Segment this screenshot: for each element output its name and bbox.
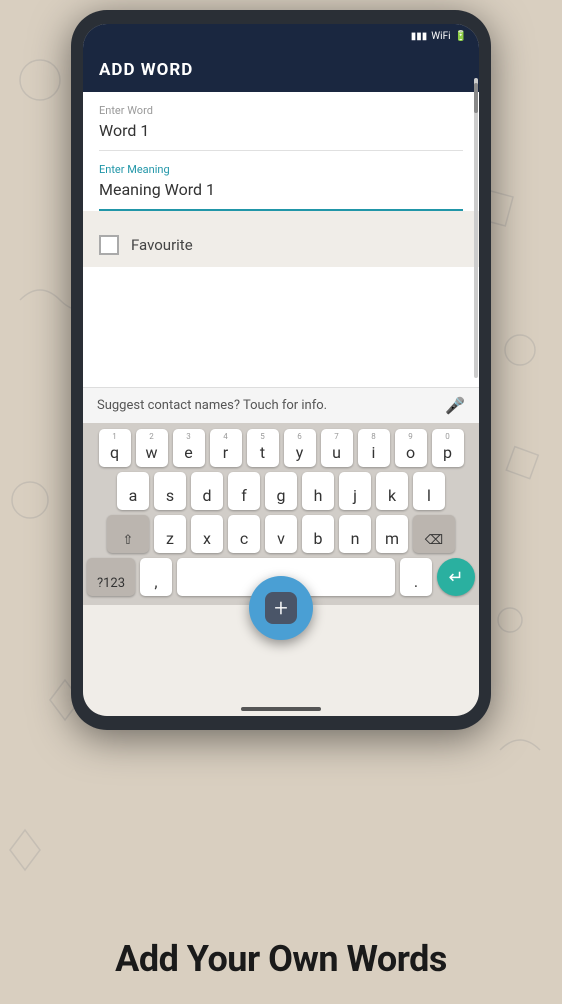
signal-icon: ▮▮▮ — [411, 31, 428, 42]
key-period[interactable]: . — [400, 558, 432, 596]
keyboard-row-2: a s d f g h j k l — [87, 472, 475, 510]
key-v[interactable]: v — [265, 515, 297, 553]
app-header: ADD WORD — [83, 48, 479, 92]
comma-label: , — [154, 572, 157, 591]
key-numbers-toggle[interactable]: ?123 — [87, 558, 135, 596]
key-w[interactable]: 2w — [136, 429, 168, 467]
meaning-label: Enter Meaning — [99, 163, 463, 176]
key-p[interactable]: 0p — [432, 429, 464, 467]
meaning-value[interactable]: Meaning Word 1 — [99, 178, 463, 201]
suggestion-bar[interactable]: Suggest contact names? Touch for info. 🎤 — [83, 387, 479, 423]
key-s[interactable]: s — [154, 472, 186, 510]
key-backspace[interactable]: ⌫ — [413, 515, 455, 553]
key-f[interactable]: f — [228, 472, 260, 510]
keyboard-row-3: ⇧ z x c v b n m ⌫ — [87, 515, 475, 553]
key-q[interactable]: 1q — [99, 429, 131, 467]
key-m[interactable]: m — [376, 515, 408, 553]
favourite-label: Favourite — [131, 236, 193, 254]
period-label: . — [414, 572, 418, 591]
suggestion-text: Suggest contact names? Touch for info. — [97, 398, 327, 413]
key-x[interactable]: x — [191, 515, 223, 553]
app-title: ADD WORD — [99, 60, 193, 80]
keyboard-row-1: 1q 2w 3e 4r 5t 6y 7u 8i 9o 0p — [87, 429, 475, 467]
key-o[interactable]: 9o — [395, 429, 427, 467]
battery-icon: 🔋 — [455, 31, 467, 42]
key-e[interactable]: 3e — [173, 429, 205, 467]
home-indicator — [241, 707, 321, 711]
key-l[interactable]: l — [413, 472, 445, 510]
phone-frame: ▮▮▮ WiFi 🔋 ADD WORD Enter Word Word 1 En… — [71, 10, 491, 730]
key-i[interactable]: 8i — [358, 429, 390, 467]
key-n[interactable]: n — [339, 515, 371, 553]
enter-icon: ↵ — [448, 567, 463, 588]
key-k[interactable]: k — [376, 472, 408, 510]
word-label: Enter Word — [99, 104, 463, 117]
key-d[interactable]: d — [191, 472, 223, 510]
key-b[interactable]: b — [302, 515, 334, 553]
key-a[interactable]: a — [117, 472, 149, 510]
key-j[interactable]: j — [339, 472, 371, 510]
numbers-toggle-label: ?123 — [97, 576, 125, 591]
key-y[interactable]: 6y — [284, 429, 316, 467]
fab-button[interactable]: + — [249, 576, 313, 640]
mic-icon[interactable]: 🎤 — [445, 396, 465, 415]
fab-icon: + — [274, 596, 288, 620]
status-icons: ▮▮▮ WiFi 🔋 — [411, 31, 467, 42]
key-c[interactable]: c — [228, 515, 260, 553]
word-value[interactable]: Word 1 — [99, 119, 463, 142]
meaning-input-group[interactable]: Enter Meaning Meaning Word 1 — [99, 163, 463, 211]
key-shift[interactable]: ⇧ — [107, 515, 149, 553]
bottom-headline: Add Your Own Words — [0, 938, 562, 980]
key-enter[interactable]: ↵ — [437, 558, 475, 596]
key-h[interactable]: h — [302, 472, 334, 510]
scrollbar-thumb — [474, 83, 478, 113]
word-input-group[interactable]: Enter Word Word 1 — [99, 104, 463, 151]
key-u[interactable]: 7u — [321, 429, 353, 467]
empty-space — [83, 267, 479, 387]
favourite-row[interactable]: Favourite — [83, 223, 479, 267]
favourite-checkbox[interactable] — [99, 235, 119, 255]
key-t[interactable]: 5t — [247, 429, 279, 467]
key-g[interactable]: g — [265, 472, 297, 510]
key-z[interactable]: z — [154, 515, 186, 553]
key-comma[interactable]: , — [140, 558, 172, 596]
key-r[interactable]: 4r — [210, 429, 242, 467]
fab-inner: + — [265, 592, 297, 624]
form-section: Enter Word Word 1 Enter Meaning Meaning … — [83, 92, 479, 211]
status-bar: ▮▮▮ WiFi 🔋 — [83, 24, 479, 48]
wifi-icon: WiFi — [431, 31, 450, 42]
bottom-text-area: Add Your Own Words — [0, 938, 562, 980]
scrollbar-track[interactable] — [474, 78, 478, 378]
